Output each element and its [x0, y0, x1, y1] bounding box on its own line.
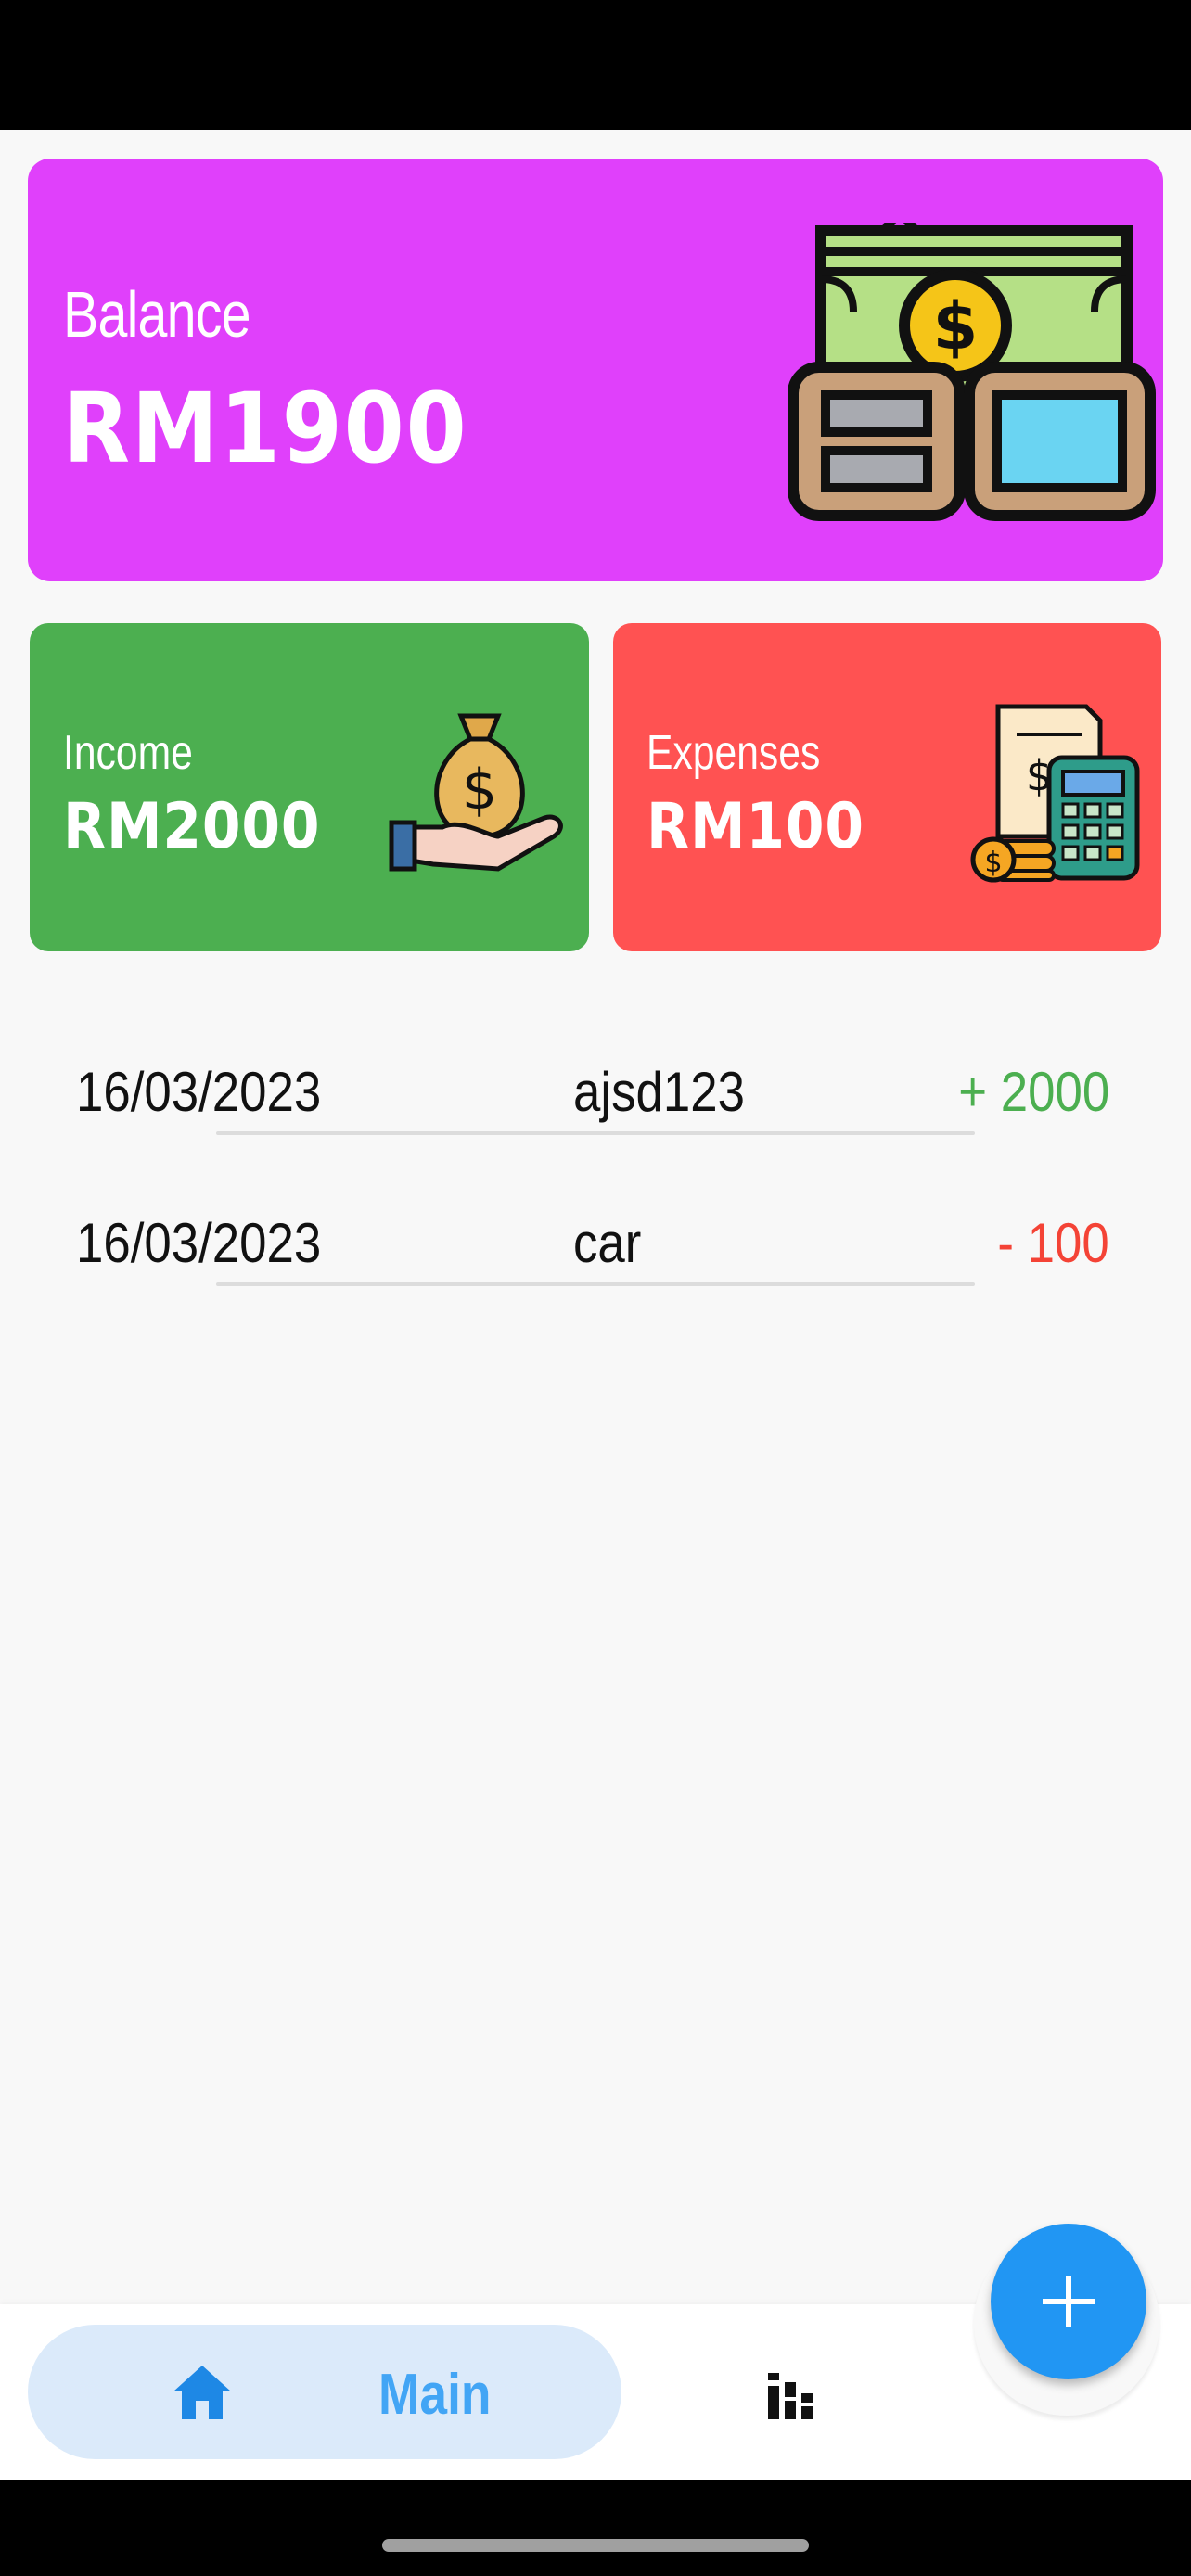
- main-screen: Balance RM1900 $ Income RM2000 $ Expense…: [0, 130, 1191, 2480]
- transaction-date: 16/03/2023: [76, 1212, 322, 1274]
- nav-item-main[interactable]: Main: [28, 2325, 621, 2459]
- transaction-name: car: [573, 1212, 642, 1274]
- expenses-value: RM100: [647, 790, 864, 863]
- expenses-label: Expenses: [647, 726, 821, 780]
- transaction-row[interactable]: 16/03/2023 car - 100: [0, 1174, 1191, 1322]
- nav-main-label: Main: [378, 2363, 492, 2427]
- divider: [216, 1131, 975, 1135]
- income-value: RM2000: [63, 790, 321, 863]
- divider: [216, 1282, 975, 1286]
- svg-text:$: $: [933, 288, 979, 364]
- add-transaction-button[interactable]: [991, 2224, 1146, 2379]
- balance-label: Balance: [63, 278, 251, 351]
- svg-text:$: $: [984, 847, 1002, 879]
- income-card[interactable]: Income RM2000 $: [30, 623, 589, 951]
- transaction-row[interactable]: 16/03/2023 ajsd123 + 2000: [0, 1023, 1191, 1171]
- transaction-amount: + 2000: [958, 1061, 1109, 1123]
- calculator-receipt-icon: $ $: [970, 704, 1140, 883]
- money-cash-icon: $: [788, 223, 1156, 521]
- home-icon: [173, 2366, 231, 2419]
- transaction-name: ajsd123: [573, 1061, 745, 1123]
- svg-text:$: $: [462, 758, 497, 823]
- home-indicator[interactable]: [382, 2539, 809, 2552]
- bar-chart-icon[interactable]: [766, 2369, 818, 2421]
- status-bar: [0, 0, 1191, 130]
- money-bag-hand-icon: $: [389, 713, 563, 872]
- income-label: Income: [63, 726, 193, 780]
- balance-value: RM1900: [63, 372, 468, 485]
- balance-card[interactable]: Balance RM1900 $: [28, 159, 1163, 581]
- transaction-date: 16/03/2023: [76, 1061, 322, 1123]
- plus-icon: [1043, 2276, 1095, 2327]
- transaction-amount: - 100: [997, 1212, 1109, 1274]
- expenses-card[interactable]: Expenses RM100 $ $: [613, 623, 1161, 951]
